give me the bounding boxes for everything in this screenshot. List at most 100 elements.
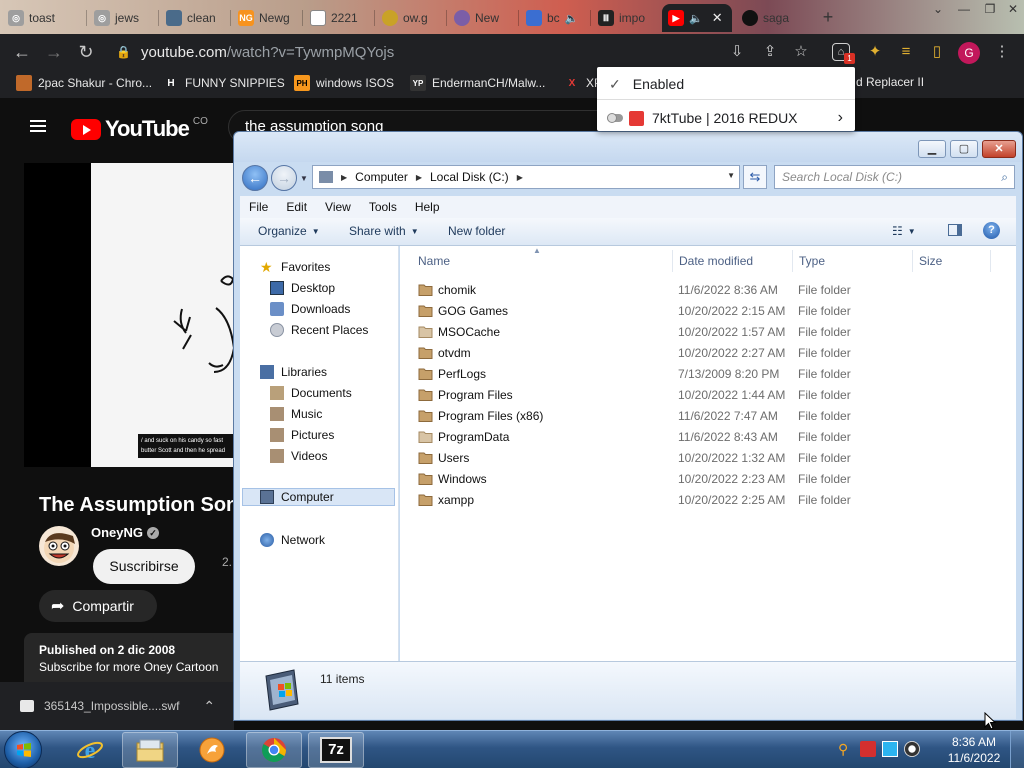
browser-tab[interactable]: clean — [160, 4, 230, 32]
share-button[interactable]: ➦ Compartir — [39, 590, 157, 622]
help-button[interactable]: ? — [983, 222, 1000, 239]
menu-help[interactable]: Help — [406, 196, 449, 218]
taskbar-internet-explorer[interactable]: e — [62, 732, 118, 768]
chevron-up-icon[interactable]: ⌃ — [203, 698, 215, 715]
breadcrumb-separator-icon[interactable]: ▶ — [517, 173, 523, 182]
file-row[interactable]: MSOCache 10/20/2022 1:57 AM File folder — [400, 322, 1016, 343]
nav-recent-places[interactable]: Recent Places — [270, 321, 368, 339]
back-arrow-icon[interactable]: ← — [10, 40, 34, 64]
close-tab-icon[interactable]: ✕ — [712, 10, 723, 26]
browser-tab[interactable]: New — [448, 4, 518, 32]
chevron-down-icon[interactable]: ⌄ — [925, 0, 951, 18]
file-row[interactable]: Program Files (x86) 11/6/2022 7:47 AM Fi… — [400, 406, 1016, 427]
file-row[interactable]: chomik 11/6/2022 8:36 AM File folder — [400, 280, 1016, 301]
file-row[interactable]: Users 10/20/2022 1:32 AM File folder — [400, 448, 1016, 469]
nav-downloads[interactable]: Downloads — [270, 300, 350, 318]
nav-documents[interactable]: Documents — [270, 384, 352, 402]
start-button[interactable] — [4, 731, 42, 768]
browser-tab[interactable]: ◎ jews — [88, 4, 158, 32]
taskbar-clock[interactable]: 8:36 AM 11/6/2022 — [944, 734, 1004, 766]
breadcrumb-separator-icon[interactable]: ▶ — [416, 173, 422, 182]
hamburger-menu-icon[interactable] — [30, 120, 46, 132]
file-row[interactable]: PerfLogs 7/13/2009 8:20 PM File folder — [400, 364, 1016, 385]
breadcrumb-computer[interactable]: Computer — [355, 170, 408, 184]
youtube-logo[interactable]: YouTube CO — [71, 116, 208, 142]
menu-file[interactable]: File — [240, 196, 277, 218]
menu-tools[interactable]: Tools — [360, 196, 406, 218]
install-app-icon[interactable]: ⇩ — [726, 41, 748, 63]
menu-view[interactable]: View — [316, 196, 360, 218]
nav-music[interactable]: Music — [270, 405, 322, 423]
column-header-name[interactable]: Name — [418, 254, 450, 268]
bookmark-item[interactable]: PH windows ISOS — [294, 75, 394, 91]
organize-button[interactable]: Organize ▼ — [258, 224, 320, 238]
file-row[interactable]: xampp 10/20/2022 2:25 AM File folder — [400, 490, 1016, 511]
browser-tab[interactable]: bc 🔈 — [520, 4, 590, 32]
nav-pictures[interactable]: Pictures — [270, 426, 334, 444]
search-tray-icon[interactable]: ⚲ — [838, 741, 854, 757]
browser-tab[interactable]: ow.g — [376, 4, 446, 32]
display-tray-icon[interactable] — [882, 741, 898, 757]
forward-arrow-icon[interactable]: → — [271, 165, 297, 191]
breadcrumb-separator-icon[interactable]: ▶ — [341, 173, 347, 182]
file-row[interactable]: otvdm 10/20/2022 2:27 AM File folder — [400, 343, 1016, 364]
taskbar-chrome[interactable] — [246, 732, 302, 768]
profile-avatar[interactable]: G — [958, 42, 980, 64]
browser-tab[interactable]: ◎ toast — [2, 4, 86, 32]
nav-network[interactable]: Network — [260, 531, 325, 549]
column-divider[interactable] — [990, 250, 991, 272]
maximize-button[interactable]: ▢ — [950, 140, 978, 158]
refresh-button[interactable]: ⇆ — [743, 165, 767, 189]
menu-dots-icon[interactable]: ⋮ — [991, 41, 1013, 63]
column-divider[interactable] — [672, 250, 673, 272]
bookmark-item[interactable]: H FUNNY SNIPPIES — [163, 75, 284, 91]
taskbar-explorer[interactable] — [122, 732, 178, 768]
taskbar-app[interactable] — [184, 732, 240, 768]
file-row[interactable]: Windows 10/20/2022 2:23 AM File folder — [400, 469, 1016, 490]
back-arrow-icon[interactable]: ← — [242, 165, 268, 191]
column-divider[interactable] — [912, 250, 913, 272]
forward-arrow-icon[interactable]: → — [42, 40, 66, 64]
subscribe-button[interactable]: Suscribirse — [93, 549, 195, 584]
bookmark-star-icon[interactable]: ☆ — [790, 41, 812, 63]
flag-tray-icon[interactable] — [860, 741, 876, 757]
new-tab-button[interactable]: + — [817, 6, 839, 28]
column-header-date[interactable]: Date modified — [679, 254, 753, 268]
extension-7kttube-row[interactable]: 7ktTube | 2016 REDUX › — [597, 103, 855, 133]
toggle-icon[interactable] — [607, 113, 623, 123]
minimize-button[interactable]: ▁ — [918, 140, 946, 158]
close-window-button[interactable]: ✕ — [1000, 0, 1024, 18]
explorer-titlebar[interactable]: ▁ ▢ ✕ — [234, 132, 1022, 162]
channel-name[interactable]: OneyNG ✓ — [91, 525, 160, 540]
file-row[interactable]: ProgramData 11/6/2022 8:43 AM File folde… — [400, 427, 1016, 448]
taskbar-7zip[interactable]: 7z — [308, 732, 364, 768]
new-folder-button[interactable]: New folder — [448, 224, 505, 238]
column-header-size[interactable]: Size — [919, 254, 942, 268]
menu-edit[interactable]: Edit — [277, 196, 316, 218]
explorer-address-bar[interactable]: ▶ Computer ▶ Local Disk (C:) ▶ ▼ — [312, 165, 740, 189]
channel-avatar[interactable] — [39, 526, 79, 566]
bookmark-item[interactable]: 2pac Shakur - Chro... — [16, 75, 152, 91]
browser-tab[interactable]: NG Newg — [232, 4, 302, 32]
recent-pages-chevron-icon[interactable]: ▼ — [300, 174, 308, 183]
bookmark-item[interactable]: YP EndermanCH/Malw... — [410, 75, 545, 91]
download-item[interactable]: 365143_Impossible....swf ⌃ — [0, 682, 234, 730]
explorer-search-input[interactable]: Search Local Disk (C:) ⌕ — [774, 165, 1015, 189]
file-row[interactable]: Program Files 10/20/2022 1:44 AM File fo… — [400, 385, 1016, 406]
column-divider[interactable] — [792, 250, 793, 272]
nav-favorites[interactable]: ★ Favorites — [260, 258, 330, 276]
nav-libraries[interactable]: Libraries — [260, 363, 327, 381]
extension-enabled-row[interactable]: ✓ Enabled — [597, 69, 855, 99]
file-row[interactable]: GOG Games 10/20/2022 2:15 AM File folder — [400, 301, 1016, 322]
browser-tab[interactable]: Ⅲ impo — [592, 4, 660, 32]
extensions-puzzle-icon[interactable]: ✦ — [864, 41, 886, 63]
bookmark-item[interactable]: d Replacer II — [856, 75, 924, 89]
show-desktop-button[interactable] — [1010, 731, 1024, 768]
minimize-button[interactable]: — — [951, 0, 977, 18]
address-bar[interactable]: 🔒 youtube.com/watch?v=TywmpMQYojs — [108, 37, 722, 67]
close-button[interactable]: ✕ — [982, 140, 1016, 158]
address-dropdown-icon[interactable]: ▼ — [727, 171, 735, 180]
nav-videos[interactable]: Videos — [270, 447, 327, 465]
breadcrumb-local-disk[interactable]: Local Disk (C:) — [430, 170, 509, 184]
preview-pane-button[interactable] — [948, 224, 962, 236]
